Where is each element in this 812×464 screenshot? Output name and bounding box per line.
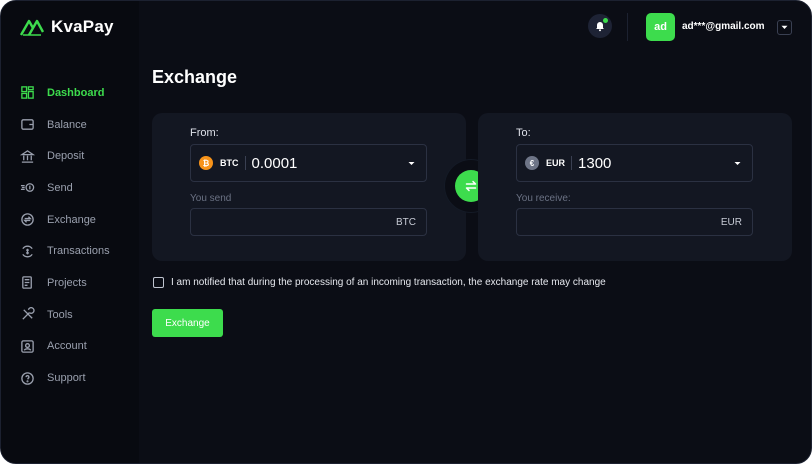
notifications-button[interactable]: [588, 14, 612, 38]
account-icon: [19, 338, 35, 354]
sidebar-nav: Dashboard Balance Deposit Send Exchange …: [19, 77, 110, 394]
to-currency-code: EUR: [546, 158, 566, 168]
sidebar-item-label: Deposit: [47, 150, 85, 163]
sidebar: KvaPay Dashboard Balance Deposit Send Ex…: [1, 1, 139, 463]
sidebar-item-exchange[interactable]: Exchange: [19, 204, 110, 236]
logo[interactable]: KvaPay: [19, 15, 114, 39]
from-card: From: ₿ BTC 0.0001 You send BTC: [152, 113, 466, 261]
to-label: To:: [516, 127, 531, 139]
you-receive-suffix: EUR: [720, 217, 742, 228]
rate-notice: I am notified that during the processing…: [153, 277, 606, 288]
rate-notice-text: I am notified that during the processing…: [171, 277, 606, 288]
sidebar-item-tools[interactable]: Tools: [19, 299, 110, 331]
dashboard-icon: [19, 85, 35, 101]
brand-name: KvaPay: [51, 17, 114, 36]
sidebar-item-support[interactable]: Support: [19, 362, 110, 394]
sidebar-item-label: Transactions: [47, 245, 110, 258]
sidebar-item-send[interactable]: Send: [19, 172, 110, 204]
user-email[interactable]: ad***@gmail.com: [682, 21, 765, 32]
divider: [244, 156, 246, 170]
kvapay-logo-icon: [19, 19, 45, 36]
send-icon: [19, 180, 35, 196]
sidebar-item-dashboard[interactable]: Dashboard: [19, 77, 110, 109]
exchange-icon: [19, 212, 35, 228]
sidebar-item-label: Tools: [47, 308, 73, 321]
sidebar-item-balance[interactable]: Balance: [19, 109, 110, 141]
exchange-button[interactable]: Exchange: [152, 309, 223, 337]
you-send-suffix: BTC: [396, 217, 416, 228]
from-label: From:: [190, 127, 219, 139]
sidebar-item-account[interactable]: Account: [19, 331, 110, 363]
sidebar-item-transactions[interactable]: Transactions: [19, 235, 110, 267]
from-amount[interactable]: 0.0001: [252, 155, 298, 172]
you-send-label: You send: [190, 193, 232, 204]
sidebar-item-projects[interactable]: Projects: [19, 267, 110, 299]
from-currency-select[interactable]: ₿ BTC 0.0001: [190, 144, 427, 182]
tools-icon: [19, 307, 35, 323]
sidebar-item-label: Send: [47, 181, 73, 194]
avatar[interactable]: ad: [646, 13, 675, 41]
sidebar-item-label: Balance: [47, 118, 87, 131]
sidebar-item-label: Support: [47, 372, 86, 385]
you-receive-label: You receive:: [516, 193, 571, 204]
you-send-input[interactable]: BTC: [190, 208, 427, 236]
sidebar-item-label: Projects: [47, 276, 87, 289]
transactions-icon: [19, 243, 35, 259]
chevron-down-icon: [734, 162, 741, 165]
sidebar-item-label: Dashboard: [47, 86, 105, 99]
to-amount[interactable]: 1300: [578, 155, 611, 172]
header-divider: [627, 13, 628, 41]
sidebar-item-label: Account: [47, 340, 87, 353]
page-title: Exchange: [152, 67, 238, 87]
to-currency-select[interactable]: € EUR 1300: [516, 144, 753, 182]
divider: [571, 156, 573, 170]
chevron-down-icon: [408, 162, 415, 165]
app-window: KvaPay Dashboard Balance Deposit Send Ex…: [0, 0, 812, 464]
projects-icon: [19, 275, 35, 291]
support-icon: [19, 370, 35, 386]
user-menu-dropdown[interactable]: [777, 20, 792, 35]
sidebar-item-deposit[interactable]: Deposit: [19, 140, 110, 172]
swap-arrows-icon: [465, 180, 477, 192]
bank-icon: [19, 148, 35, 164]
notification-dot: [603, 18, 608, 23]
wallet-icon: [19, 117, 35, 133]
euro-icon: €: [525, 156, 539, 170]
to-card: To: € EUR 1300 You receive: EUR: [478, 113, 792, 261]
you-receive-input[interactable]: EUR: [516, 208, 753, 236]
sidebar-item-label: Exchange: [47, 213, 96, 226]
from-currency-code: BTC: [220, 158, 239, 168]
bitcoin-icon: ₿: [199, 156, 213, 170]
rate-notice-checkbox[interactable]: [153, 277, 164, 288]
chevron-down-icon: [781, 25, 788, 29]
